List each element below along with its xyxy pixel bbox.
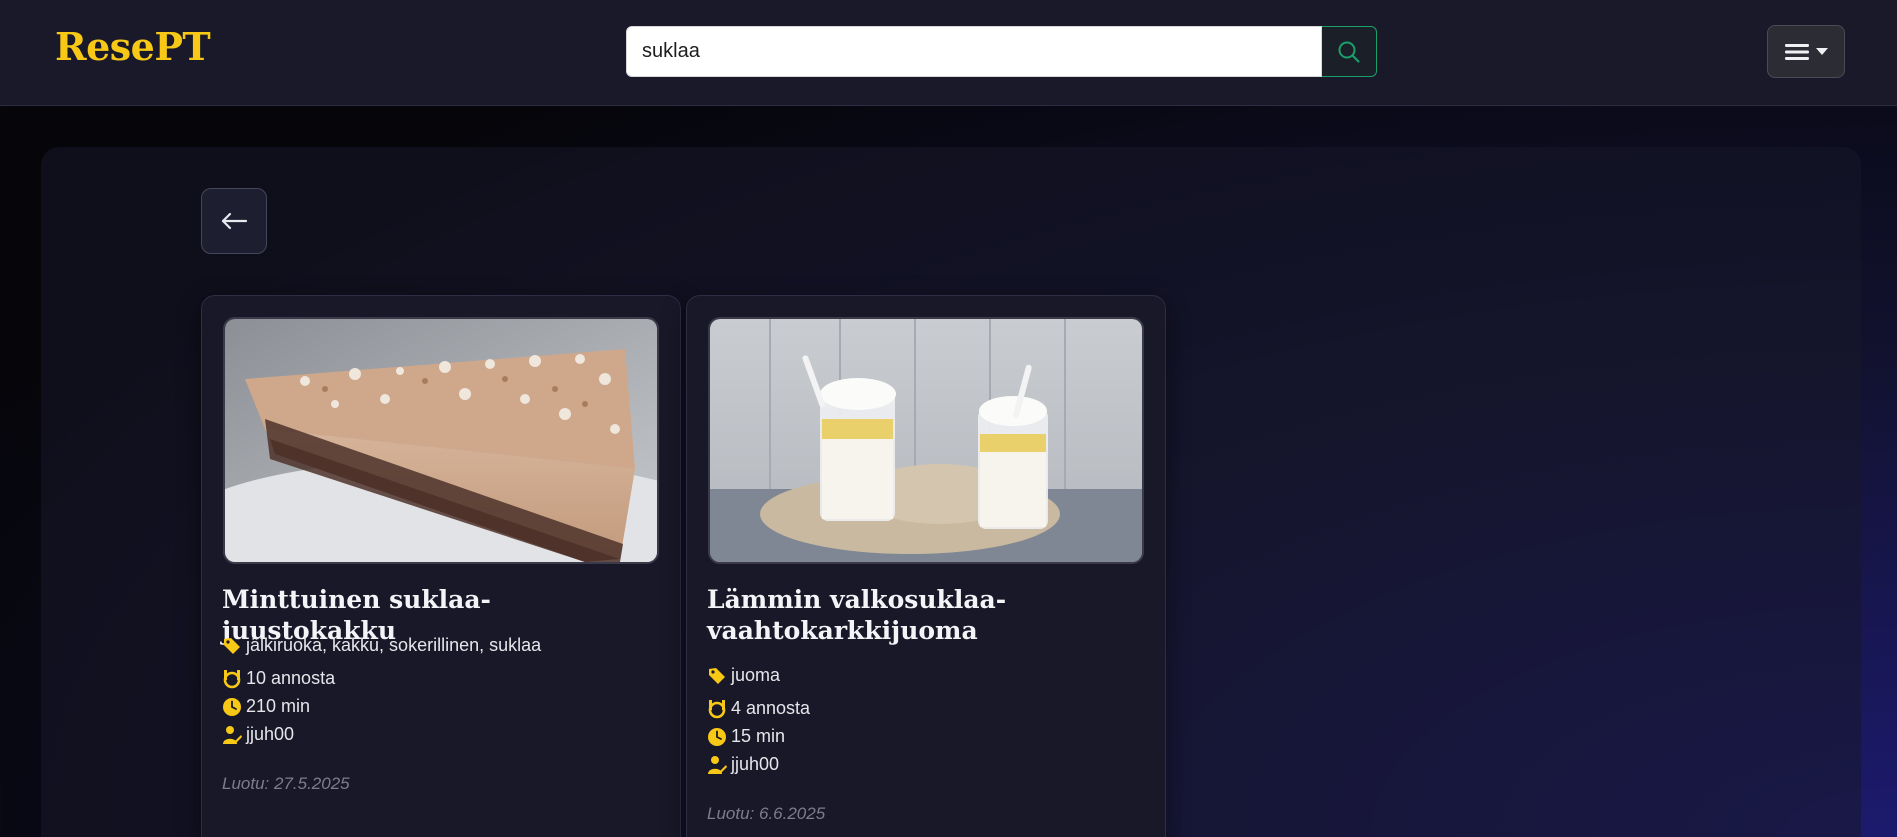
- recipe-tags: juoma: [707, 665, 780, 686]
- menu-button[interactable]: [1767, 25, 1845, 78]
- recipe-time: 15 min: [707, 726, 785, 747]
- search-form: [626, 26, 1377, 77]
- recipe-image[interactable]: [223, 317, 659, 564]
- recipe-author-text: jjuh00: [731, 754, 780, 774]
- recipe-tags-text: juoma: [731, 665, 781, 685]
- recipe-time-text: 210 min: [246, 696, 311, 716]
- recipe-image[interactable]: [708, 317, 1144, 564]
- recipe-servings: 4 annosta: [707, 698, 810, 719]
- arrow-left-icon: [221, 212, 248, 230]
- chef-icon: [223, 725, 242, 744]
- caret-down-icon: [1816, 47, 1828, 55]
- recipe-tags: jälkiruoka, kakku, sokerillinen, suklaa: [222, 635, 541, 656]
- recipe-author: jjuh00: [222, 724, 294, 745]
- recipe-title[interactable]: Lämmin valkosuklaa-vaahtokarkkijuoma: [707, 584, 1147, 646]
- recipe-created-date: Luotu: 6.6.2025: [707, 804, 826, 823]
- search-input[interactable]: [626, 26, 1322, 77]
- recipe-card[interactable]: Minttuinen suklaa-juustokakku jälkiruoka…: [201, 295, 681, 837]
- recipe-author: jjuh00: [707, 754, 779, 775]
- recipe-time-text: 15 min: [731, 726, 786, 746]
- search-icon: [1338, 41, 1360, 63]
- back-button[interactable]: [201, 188, 267, 254]
- recipe-time: 210 min: [222, 696, 310, 717]
- search-button[interactable]: [1322, 26, 1377, 77]
- servings-icon: [223, 669, 241, 688]
- recipe-tags-text: jälkiruoka, kakku, sokerillinen, suklaa: [246, 635, 542, 655]
- hamburger-icon: [1785, 43, 1809, 60]
- navbar: ResePT: [0, 0, 1897, 106]
- recipe-created-date: Luotu: 27.5.2025: [222, 774, 350, 793]
- recipe-servings-text: 10 annosta: [246, 668, 336, 688]
- clock-icon: [708, 727, 726, 746]
- recipe-author-text: jjuh00: [246, 724, 295, 744]
- cheesecake-image: [225, 319, 657, 562]
- tags-icon: [224, 637, 240, 654]
- servings-icon: [708, 699, 726, 718]
- chef-icon: [708, 755, 727, 774]
- brand-logo[interactable]: ResePT: [55, 24, 211, 69]
- clock-icon: [223, 697, 241, 716]
- hot-drink-image: [710, 319, 1142, 562]
- recipe-card[interactable]: Lämmin valkosuklaa-vaahtokarkkijuoma juo…: [686, 295, 1166, 837]
- recipe-servings: 10 annosta: [222, 668, 335, 689]
- tags-icon: [709, 667, 725, 684]
- recipe-servings-text: 4 annosta: [731, 698, 811, 718]
